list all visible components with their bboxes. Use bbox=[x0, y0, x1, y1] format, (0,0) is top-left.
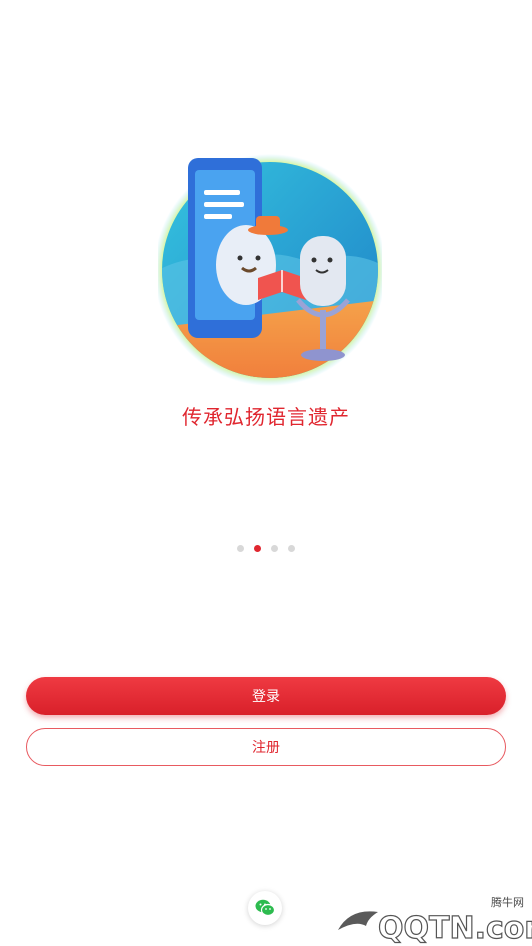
site-watermark: 腾牛网 QQTN.com bbox=[320, 890, 532, 946]
register-button[interactable]: 注册 bbox=[26, 728, 506, 766]
wechat-login-button[interactable] bbox=[248, 891, 282, 925]
page-dot-3 bbox=[271, 545, 278, 552]
page-indicator bbox=[0, 545, 532, 552]
wechat-icon bbox=[255, 899, 275, 917]
page-dot-4 bbox=[288, 545, 295, 552]
page-dot-2-active bbox=[254, 545, 261, 552]
tagline: 传承弘扬语言遗产 bbox=[182, 405, 350, 429]
watermark-logo-text: QQTN.com bbox=[378, 911, 532, 946]
page-dot-1 bbox=[237, 545, 244, 552]
hero-illustration bbox=[158, 154, 382, 386]
login-button[interactable]: 登录 bbox=[26, 677, 506, 715]
watermark-site-name: 腾牛网 bbox=[491, 896, 524, 909]
